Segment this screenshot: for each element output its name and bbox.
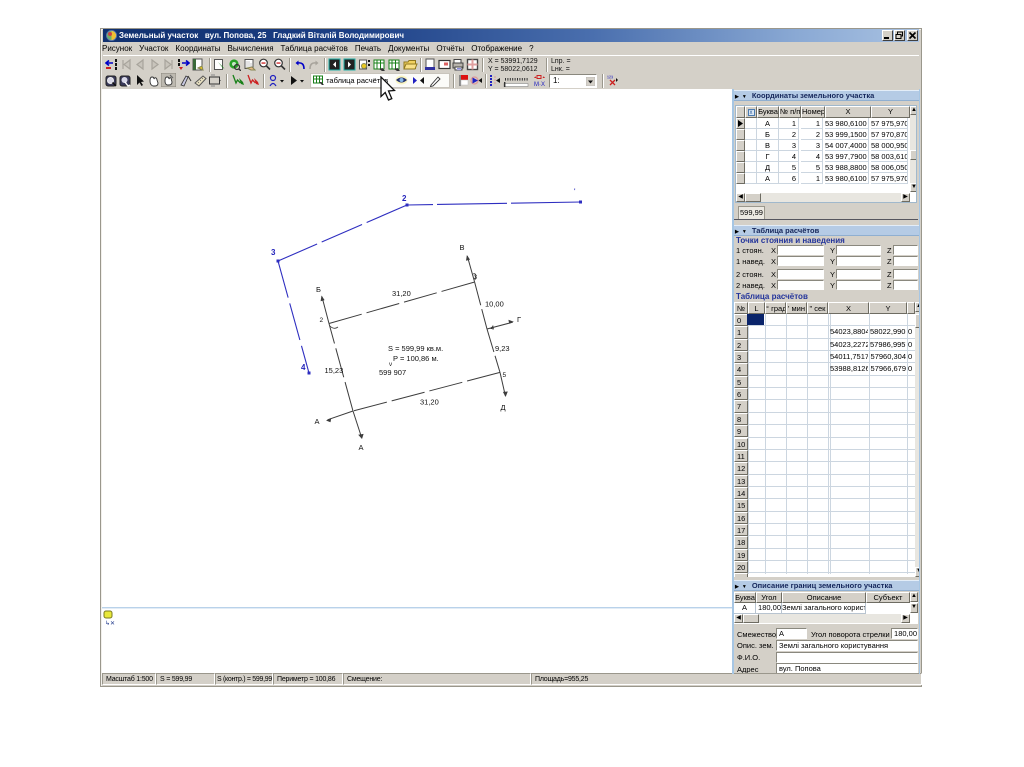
svg-text:Д: Д xyxy=(501,403,506,412)
svg-text:3: 3 xyxy=(474,274,478,281)
svg-text:5: 5 xyxy=(503,372,507,379)
svg-text:4: 4 xyxy=(301,363,306,372)
svg-text:↳✕: ↳✕ xyxy=(105,620,115,627)
svg-text:Г: Г xyxy=(517,315,521,324)
svg-text:4: 4 xyxy=(491,325,495,332)
svg-text:15,23: 15,23 xyxy=(325,366,344,375)
svg-text:S = 599,99 кв.м.: S = 599,99 кв.м. xyxy=(388,344,443,353)
svg-text:¹²³: ¹²³ xyxy=(607,76,613,82)
svg-text:А: А xyxy=(359,443,364,452)
svg-text:Б: Б xyxy=(316,285,321,294)
svg-text:2: 2 xyxy=(320,317,324,324)
svg-text:31,20: 31,20 xyxy=(392,289,411,298)
svg-text:': ' xyxy=(574,189,576,195)
svg-text:3: 3 xyxy=(271,248,276,257)
svg-text:P = 100,86 м.: P = 100,86 м. xyxy=(393,354,439,363)
svg-text:А: А xyxy=(315,417,320,426)
svg-text:10,00: 10,00 xyxy=(485,300,504,309)
svg-text:31,20: 31,20 xyxy=(420,398,439,407)
svg-text:9,23: 9,23 xyxy=(495,344,510,353)
svg-text:599 907: 599 907 xyxy=(379,368,406,377)
svg-text:В: В xyxy=(460,243,465,252)
svg-text:2: 2 xyxy=(402,194,407,203)
svg-text:M·X: M·X xyxy=(534,82,545,87)
